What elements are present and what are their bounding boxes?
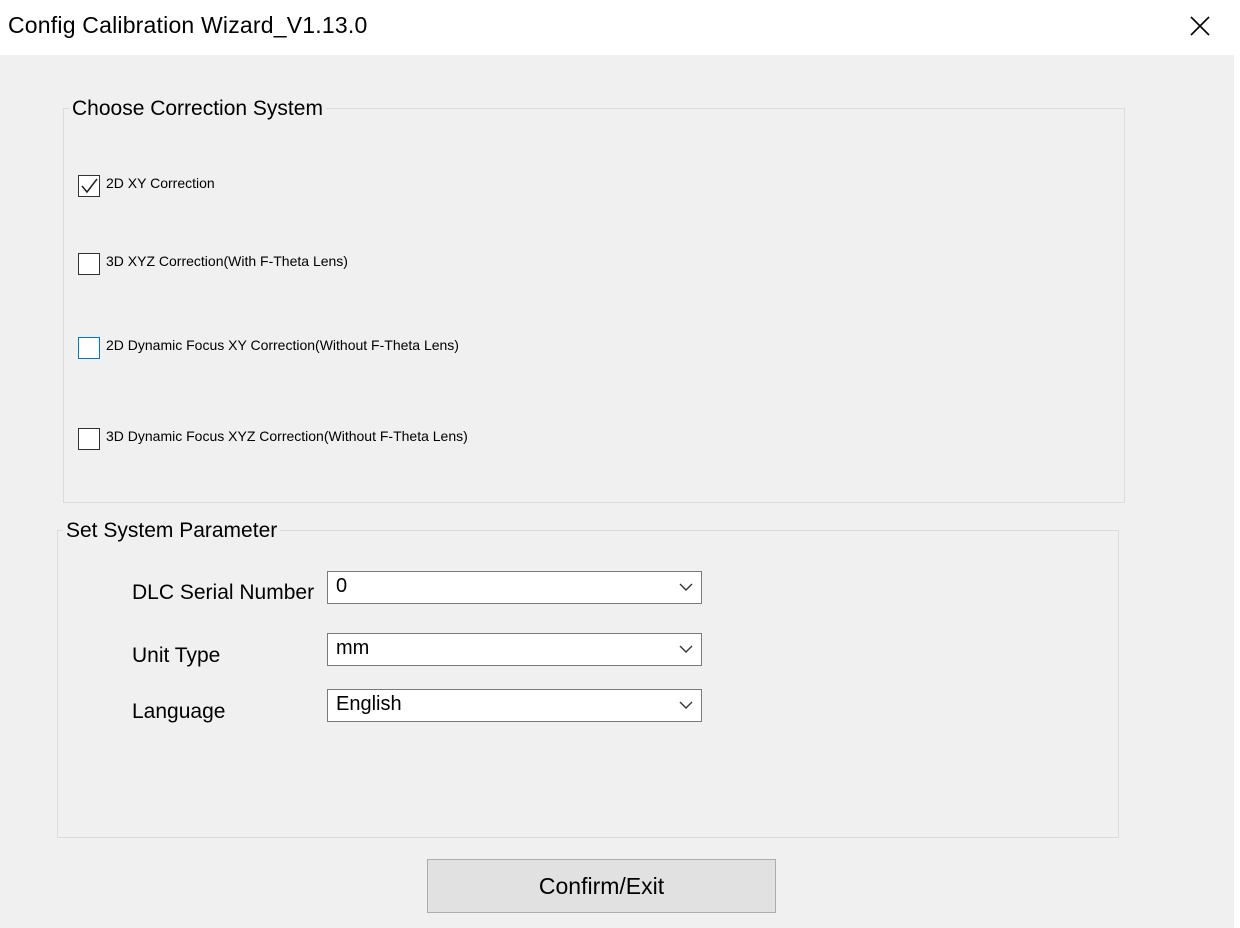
option-label: 3D Dynamic Focus XYZ Correction(Without …	[106, 428, 468, 444]
chevron-down-icon	[679, 583, 693, 591]
option-2d-xy-correction[interactable]: 2D XY Correction	[78, 173, 215, 199]
language-value: English	[336, 693, 402, 715]
config-wizard-window: Config Calibration Wizard_V1.13.0 Choose…	[0, 0, 1235, 928]
close-button[interactable]	[1170, 0, 1230, 52]
system-parameter-group-title: Set System Parameter	[63, 519, 281, 543]
window-title: Config Calibration Wizard_V1.13.0	[8, 12, 368, 38]
option-label: 2D XY Correction	[106, 175, 215, 191]
option-label: 2D Dynamic Focus XY Correction(Without F…	[106, 337, 459, 353]
checkbox-3d-dynamic-focus[interactable]	[78, 428, 100, 450]
chevron-down-icon	[679, 645, 693, 653]
unit-type-label: Unit Type	[132, 644, 221, 667]
option-3d-dynamic-focus[interactable]: 3D Dynamic Focus XYZ Correction(Without …	[78, 426, 468, 452]
close-icon	[1190, 16, 1210, 36]
window-edge	[1234, 0, 1240, 928]
option-label: 3D XYZ Correction(With F-Theta Lens)	[106, 253, 348, 269]
option-2d-dynamic-focus[interactable]: 2D Dynamic Focus XY Correction(Without F…	[78, 335, 459, 361]
option-3d-xyz-correction[interactable]: 3D XYZ Correction(With F-Theta Lens)	[78, 251, 348, 277]
dlc-serial-value: 0	[336, 575, 348, 597]
confirm-exit-button[interactable]: Confirm/Exit	[427, 859, 776, 913]
title-bar: Config Calibration Wizard_V1.13.0	[0, 0, 1234, 55]
checkbox-2d-xy[interactable]	[78, 175, 100, 197]
correction-system-group-title: Choose Correction System	[69, 97, 326, 121]
language-label: Language	[132, 700, 226, 723]
language-dropdown[interactable]: English	[327, 689, 702, 722]
dlc-serial-dropdown[interactable]: 0	[327, 571, 702, 604]
checkmark-icon	[81, 178, 98, 194]
dlc-serial-label: DLC Serial Number	[132, 581, 315, 604]
unit-type-dropdown[interactable]: mm	[327, 633, 702, 666]
checkbox-2d-dynamic-focus[interactable]	[78, 337, 100, 359]
checkbox-3d-xyz[interactable]	[78, 253, 100, 275]
unit-type-value: mm	[336, 637, 370, 659]
chevron-down-icon	[679, 701, 693, 709]
